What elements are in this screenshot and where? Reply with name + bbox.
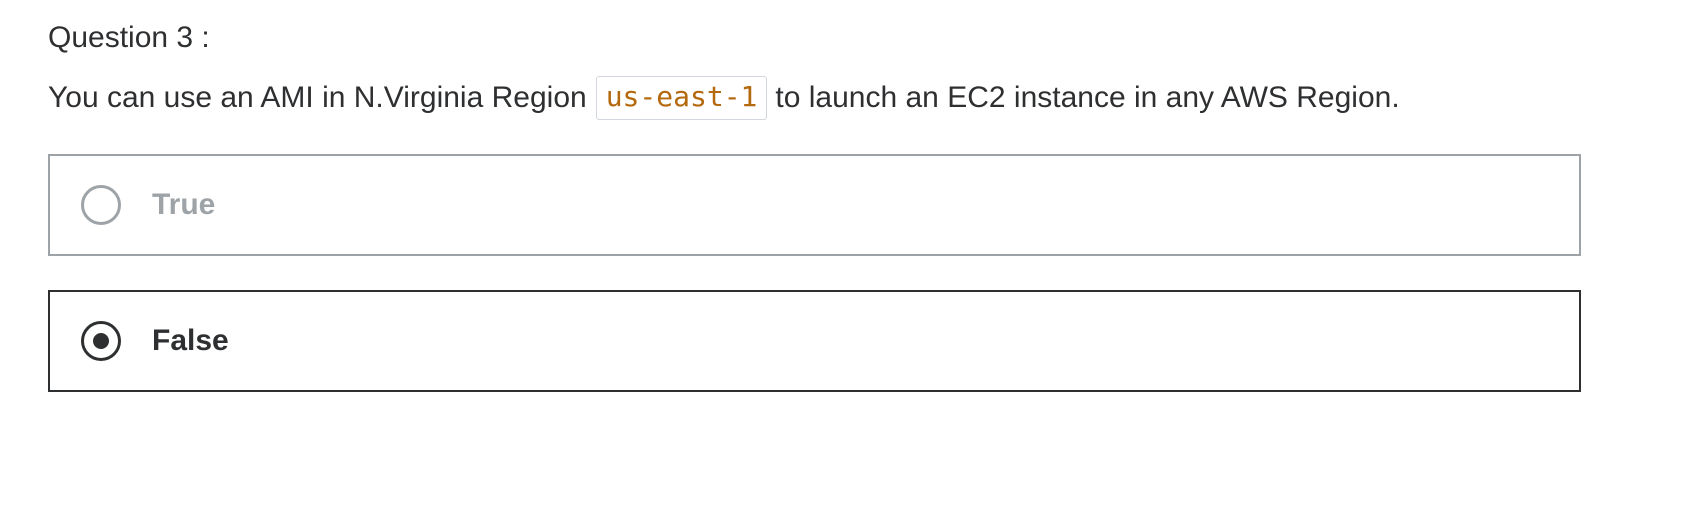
question-prompt: You can use an AMI in N.Virginia Region … [48,76,1400,120]
radio-dot-icon [93,333,109,349]
option-label: True [152,188,216,221]
option-label: False [152,324,229,357]
inline-code: us-east-1 [595,76,768,120]
question-title: Question 3 : [48,21,210,54]
radio-unchecked-icon[interactable] [81,185,121,225]
prompt-text-before: You can use an AMI in N.Virginia Region [48,81,587,114]
prompt-text-after: to launch an EC2 instance in any AWS Reg… [775,81,1400,114]
option-false[interactable]: False [48,290,1581,392]
radio-checked-icon[interactable] [81,321,121,361]
option-true[interactable]: True [48,154,1581,256]
